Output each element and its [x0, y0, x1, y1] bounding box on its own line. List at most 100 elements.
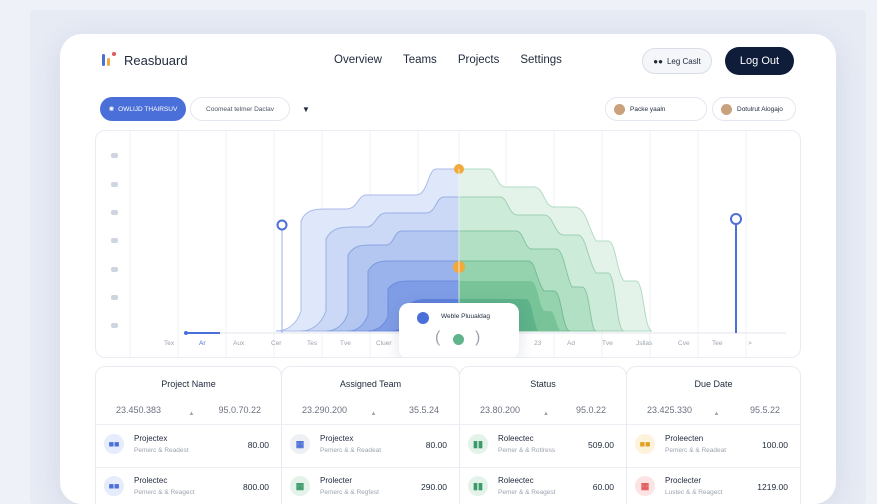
- row-title: Projectex: [134, 434, 168, 443]
- brand-name: Reasbuard: [124, 52, 188, 68]
- column-header[interactable]: Assigned Team: [282, 379, 459, 389]
- x-tick: Cve: [678, 340, 690, 347]
- nav-overview[interactable]: Overview: [334, 54, 382, 66]
- row-value: 290.00: [421, 482, 447, 492]
- right-marker-point: [730, 213, 742, 225]
- x-tick: Ar: [199, 340, 206, 347]
- row-title: Proleecten: [665, 434, 704, 443]
- logo-icon: [102, 52, 118, 68]
- row-value: 80.00: [247, 440, 269, 450]
- x-tick: Aux: [233, 340, 245, 347]
- row-subtitle: Pemerc & & Readeat: [665, 447, 727, 454]
- logout-button[interactable]: Log Out: [725, 47, 794, 75]
- row-value: 800.00: [243, 482, 269, 492]
- avatar: [721, 103, 732, 115]
- summary-value-b: 95.0.22: [575, 405, 606, 415]
- x-tick: Tes: [307, 340, 318, 347]
- chart-tooltip[interactable]: Weble Pluualdag ( ): [399, 303, 519, 357]
- top-navigation: Reasbuard Overview Teams Projects Settin…: [60, 34, 836, 96]
- info-icon: [417, 312, 429, 324]
- projects-table: Project Name 23.450.383 ▲ 95.0.70.22 ■■ Proje…: [95, 366, 801, 504]
- person-filter-2[interactable]: Dotulrut Alogajo: [712, 97, 796, 121]
- table-column: Due Date 23.425.330 ▲ 95.5.22 ■■ Proleecten Pe…: [626, 366, 801, 504]
- x-tick: Ad: [567, 340, 575, 347]
- row-subtitle: Pemerc & & Reagect: [134, 489, 195, 496]
- summary-value-a: 23.290.200: [302, 405, 348, 415]
- table-row[interactable]: ■■ Projectex Pemerc & Readest 80.00: [96, 425, 281, 465]
- column-header[interactable]: Project Name: [96, 379, 281, 389]
- users-icon: ●●: [653, 56, 663, 66]
- x-tick: Tve: [602, 340, 613, 347]
- person-filter-1[interactable]: Packe yaaln: [605, 97, 707, 121]
- row-title: Prolectec: [134, 476, 168, 485]
- row-subtitle: Pemerc & & Readeat: [320, 447, 382, 454]
- left-marker-point: [276, 219, 288, 231]
- row-title: Prolecter: [320, 476, 353, 485]
- row-value: 60.00: [592, 482, 614, 492]
- summary-value-b: 95.0.70.22: [218, 405, 261, 415]
- tooltip-title: Weble Pluualdag: [441, 313, 491, 320]
- row-title: Projectex: [320, 434, 354, 443]
- row-value: 80.00: [425, 440, 447, 450]
- person-filter-1-label: Packe yaaln: [630, 105, 666, 113]
- bracket-open: (: [435, 329, 441, 346]
- sparkle-icon: ✺: [108, 106, 115, 113]
- row-subtitle: Pemerc & Readest: [134, 447, 189, 454]
- active-filter-chip[interactable]: ✺ OWLIJD THAIRSUV: [100, 97, 186, 121]
- y-axis-ticks: [111, 153, 118, 328]
- column-header[interactable]: Status: [460, 379, 626, 389]
- secondary-account-button[interactable]: ●● Leg Caslt: [642, 48, 712, 74]
- row-subtitle: Lustec & & Reagect: [665, 489, 723, 496]
- brand[interactable]: Reasbuard: [102, 52, 188, 68]
- table-row[interactable]: ■■ Proleecten Pemerc & & Readeat 100.00: [627, 425, 800, 465]
- people-icon: ■■: [104, 476, 124, 496]
- row-subtitle: Pemerc & & Regfest: [320, 489, 379, 496]
- table-row[interactable]: ▦ Proclecter Lustec & & Reagect 1219.00: [627, 467, 800, 504]
- x-tick: Tve: [340, 340, 351, 347]
- x-tick: Jsllas: [636, 340, 653, 347]
- table-row[interactable]: ▮▮ Roleectec Pemer & & Reagest 60.00: [460, 467, 626, 504]
- avatar: [614, 103, 625, 115]
- row-title: Roleectec: [498, 434, 534, 443]
- summary-value-a: 23.425.330: [647, 405, 693, 415]
- bracket-close: ): [475, 329, 481, 346]
- people-icon: ■■: [635, 434, 655, 454]
- table-column: Project Name 23.450.383 ▲ 95.0.70.22 ■■ Proje…: [95, 366, 282, 504]
- filter-bar: ✺ OWLIJD THAIRSUV Coomeat telmer Daclav …: [60, 96, 836, 126]
- summary-value-b: 35.5.24: [408, 405, 439, 415]
- toggle-dot-icon[interactable]: [453, 334, 464, 345]
- person-filter-2-label: Dotulrut Alogajo: [737, 105, 783, 113]
- row-value: 100.00: [762, 440, 788, 450]
- x-tick: Tee: [712, 340, 723, 347]
- table-row[interactable]: ■■ Prolectec Pemerc & & Reagect 800.00: [96, 467, 281, 504]
- filter-dropdown[interactable]: Coomeat telmer Daclav: [190, 97, 290, 121]
- table-row[interactable]: ▦ Prolecter Pemerc & & Regfest 290.00: [282, 467, 459, 504]
- nav-settings[interactable]: Settings: [520, 54, 562, 66]
- stacked-area-chart: Tex Ar Aux Cer Tes Tve Cluer 23 Ad Tve J…: [95, 130, 801, 358]
- summary-divider: ▲: [713, 411, 720, 417]
- table-row[interactable]: ▮▮ Roleectec Pemer & & Rotlress 509.00: [460, 425, 626, 465]
- table-row[interactable]: ▦ Projectex Pemerc & & Readeat 80.00: [282, 425, 459, 465]
- secondary-account-label: Leg Caslt: [666, 56, 701, 66]
- x-tick: Tex: [164, 340, 175, 347]
- summary-value-a: 23.450.383: [116, 405, 162, 415]
- x-tick: 23: [534, 340, 542, 347]
- nav-projects[interactable]: Projects: [458, 54, 500, 66]
- row-title: Roleectec: [498, 476, 534, 485]
- x-tick: Cer: [271, 340, 282, 347]
- summary-value-b: 95.5.22: [749, 405, 780, 415]
- summary-value-a: 23.80.200: [480, 405, 521, 415]
- people-icon: ■■: [104, 434, 124, 454]
- grid-icon: ▦: [290, 434, 310, 454]
- summary-divider: ▲: [543, 411, 549, 417]
- x-tick: Cluer: [376, 340, 392, 347]
- nav-teams[interactable]: Teams: [403, 54, 437, 66]
- column-header[interactable]: Due Date: [627, 379, 800, 389]
- row-value: 1219.00: [757, 482, 788, 492]
- chevron-down-icon[interactable]: ▼: [302, 105, 310, 114]
- bars-icon: ▮▮: [468, 434, 488, 454]
- x-tick: >: [748, 340, 752, 347]
- grid-icon: ▦: [290, 476, 310, 496]
- main-menu: Overview Teams Projects Settings: [334, 54, 562, 66]
- row-title: Proclecter: [665, 476, 702, 485]
